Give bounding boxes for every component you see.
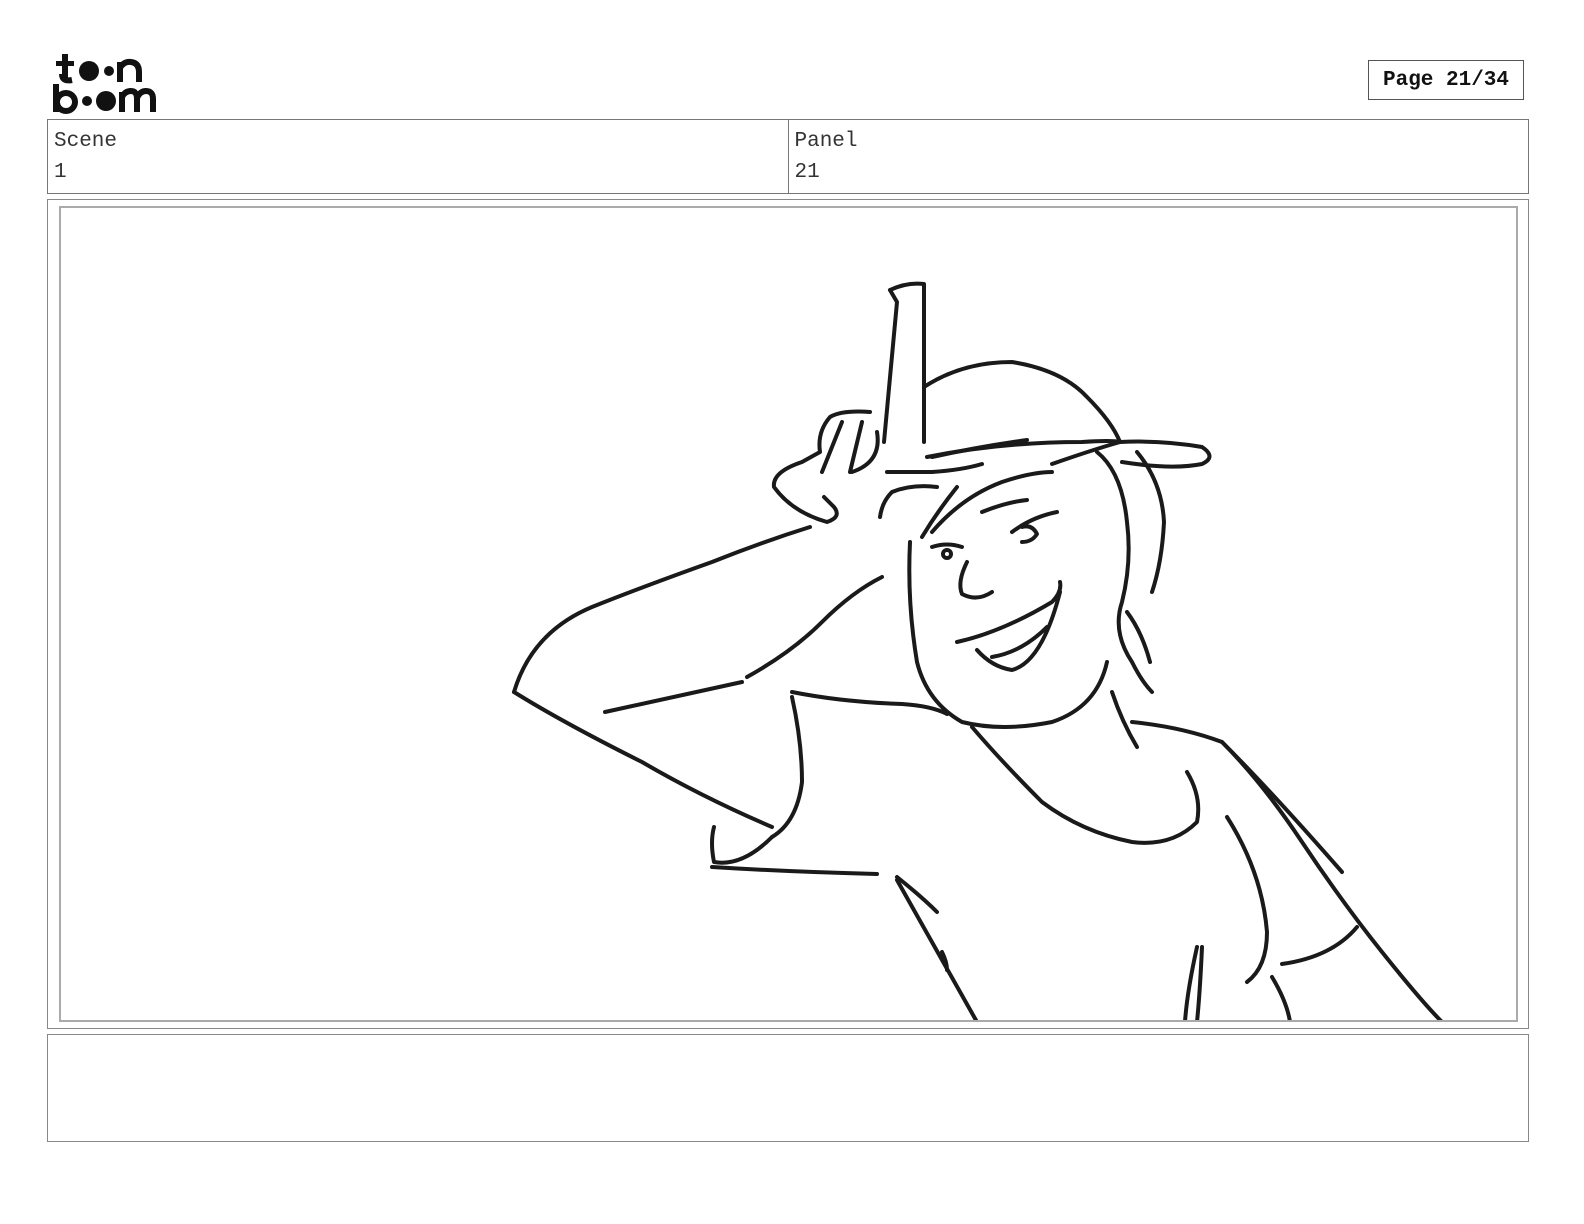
boy-sketch-drawing	[512, 281, 1443, 1020]
panel-cell: Panel 21	[787, 120, 1529, 193]
scene-value: 1	[54, 161, 67, 184]
storyboard-panel-image	[59, 206, 1518, 1022]
scene-panel-header: Scene 1 Panel 21	[47, 119, 1529, 194]
page-number: Page 21/34	[1368, 60, 1524, 100]
scene-label: Scene	[54, 130, 118, 153]
panel-notes-box	[47, 1034, 1529, 1142]
panel-label: Panel	[794, 130, 858, 153]
toon-boom-logo	[50, 50, 166, 114]
scene-cell: Scene 1	[48, 120, 788, 193]
panel-value: 21	[794, 161, 820, 184]
